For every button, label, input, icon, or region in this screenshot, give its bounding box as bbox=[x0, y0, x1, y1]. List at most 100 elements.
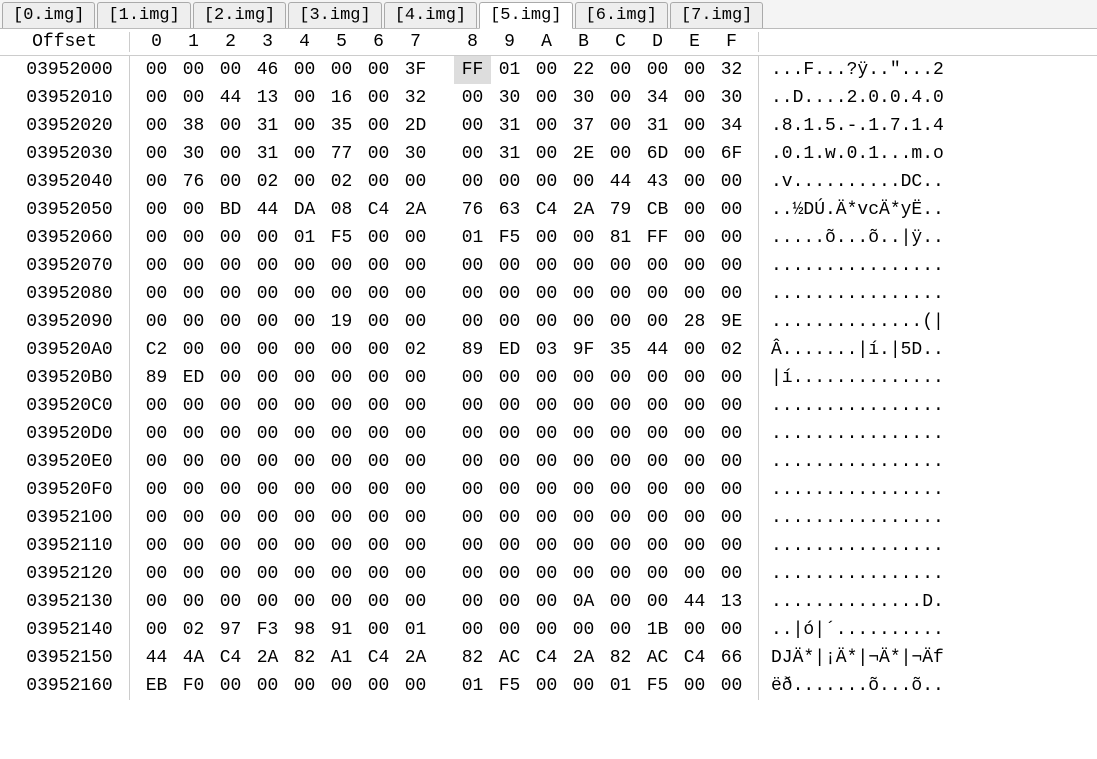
tab-6[interactable]: [6.img] bbox=[575, 2, 668, 28]
hex-byte[interactable]: F5 bbox=[639, 672, 676, 700]
hex-byte[interactable]: 00 bbox=[713, 504, 750, 532]
hex-byte[interactable]: 00 bbox=[602, 504, 639, 532]
hex-byte[interactable]: 00 bbox=[286, 280, 323, 308]
hex-byte[interactable]: 00 bbox=[602, 308, 639, 336]
hex-byte[interactable]: 02 bbox=[713, 336, 750, 364]
hex-byte[interactable]: 44 bbox=[676, 588, 713, 616]
hex-byte[interactable]: 00 bbox=[565, 364, 602, 392]
hex-byte[interactable]: 00 bbox=[397, 308, 434, 336]
hex-byte[interactable]: 00 bbox=[528, 448, 565, 476]
hex-byte[interactable]: 00 bbox=[528, 56, 565, 84]
hex-byte[interactable]: 00 bbox=[360, 588, 397, 616]
hex-byte[interactable]: 00 bbox=[676, 616, 713, 644]
hex-byte[interactable]: 2E bbox=[565, 140, 602, 168]
hex-byte[interactable]: 32 bbox=[713, 56, 750, 84]
hex-row[interactable]: 03952000000000460000003FFF01002200000032… bbox=[0, 56, 1097, 84]
hex-byte[interactable]: 35 bbox=[602, 336, 639, 364]
hex-byte[interactable]: 38 bbox=[175, 112, 212, 140]
hex-byte[interactable]: 00 bbox=[528, 364, 565, 392]
hex-byte[interactable]: 00 bbox=[713, 252, 750, 280]
hex-byte[interactable]: 00 bbox=[323, 420, 360, 448]
hex-byte[interactable]: 00 bbox=[676, 672, 713, 700]
hex-byte[interactable]: 00 bbox=[175, 504, 212, 532]
hex-byte[interactable]: 00 bbox=[286, 168, 323, 196]
hex-byte[interactable]: 00 bbox=[565, 252, 602, 280]
hex-byte[interactable]: 00 bbox=[528, 672, 565, 700]
hex-row[interactable]: 0395207000000000000000000000000000000000… bbox=[0, 252, 1097, 280]
hex-byte[interactable]: 00 bbox=[249, 224, 286, 252]
hex-byte[interactable]: 00 bbox=[175, 448, 212, 476]
hex-byte[interactable]: 00 bbox=[360, 532, 397, 560]
hex-byte[interactable]: 13 bbox=[713, 588, 750, 616]
hex-byte[interactable]: 00 bbox=[138, 224, 175, 252]
hex-byte[interactable]: 00 bbox=[491, 588, 528, 616]
hex-byte[interactable]: 00 bbox=[323, 364, 360, 392]
hex-byte[interactable]: 44 bbox=[212, 84, 249, 112]
hex-byte[interactable]: 00 bbox=[639, 252, 676, 280]
hex-byte[interactable]: 00 bbox=[713, 364, 750, 392]
hex-byte[interactable]: 43 bbox=[639, 168, 676, 196]
hex-byte[interactable]: 00 bbox=[212, 308, 249, 336]
hex-byte[interactable]: 02 bbox=[397, 336, 434, 364]
hex-byte[interactable]: 00 bbox=[454, 308, 491, 336]
hex-byte[interactable]: 01 bbox=[454, 224, 491, 252]
hex-byte[interactable]: 2A bbox=[397, 196, 434, 224]
hex-row[interactable]: 0395208000000000000000000000000000000000… bbox=[0, 280, 1097, 308]
hex-byte[interactable]: 00 bbox=[249, 588, 286, 616]
hex-byte[interactable]: 00 bbox=[249, 392, 286, 420]
tab-2[interactable]: [2.img] bbox=[193, 2, 286, 28]
hex-byte[interactable]: 00 bbox=[454, 84, 491, 112]
hex-byte[interactable]: DA bbox=[286, 196, 323, 224]
hex-row[interactable]: 039520E000000000000000000000000000000000… bbox=[0, 448, 1097, 476]
hex-byte[interactable]: 00 bbox=[397, 224, 434, 252]
hex-row[interactable]: 039520D000000000000000000000000000000000… bbox=[0, 420, 1097, 448]
hex-byte[interactable]: F5 bbox=[491, 672, 528, 700]
hex-byte[interactable]: 00 bbox=[491, 616, 528, 644]
hex-byte[interactable]: 00 bbox=[565, 224, 602, 252]
hex-byte[interactable]: 00 bbox=[360, 168, 397, 196]
hex-byte[interactable]: 81 bbox=[602, 224, 639, 252]
hex-byte[interactable]: 00 bbox=[602, 476, 639, 504]
hex-byte[interactable]: F3 bbox=[249, 616, 286, 644]
hex-byte[interactable]: 00 bbox=[212, 476, 249, 504]
hex-byte[interactable]: 00 bbox=[286, 56, 323, 84]
hex-byte[interactable]: 00 bbox=[397, 476, 434, 504]
hex-byte[interactable]: 00 bbox=[249, 448, 286, 476]
hex-byte[interactable]: 79 bbox=[602, 196, 639, 224]
hex-byte[interactable]: 31 bbox=[639, 112, 676, 140]
hex-byte[interactable]: 00 bbox=[491, 504, 528, 532]
hex-byte[interactable]: EB bbox=[138, 672, 175, 700]
hex-byte[interactable]: 44 bbox=[249, 196, 286, 224]
hex-byte[interactable]: 00 bbox=[528, 112, 565, 140]
hex-byte[interactable]: 1B bbox=[639, 616, 676, 644]
hex-byte[interactable]: 00 bbox=[565, 448, 602, 476]
hex-byte[interactable]: 00 bbox=[286, 672, 323, 700]
hex-byte[interactable]: 82 bbox=[602, 644, 639, 672]
hex-byte[interactable]: 00 bbox=[249, 252, 286, 280]
hex-byte[interactable]: 00 bbox=[676, 280, 713, 308]
hex-byte[interactable]: 00 bbox=[676, 532, 713, 560]
hex-byte[interactable]: 00 bbox=[360, 616, 397, 644]
hex-byte[interactable]: 00 bbox=[602, 448, 639, 476]
hex-byte[interactable]: 82 bbox=[454, 644, 491, 672]
hex-row[interactable]: 0395212000000000000000000000000000000000… bbox=[0, 560, 1097, 588]
hex-byte[interactable]: 00 bbox=[397, 420, 434, 448]
hex-byte[interactable]: 00 bbox=[212, 532, 249, 560]
hex-byte[interactable]: 00 bbox=[528, 252, 565, 280]
hex-byte[interactable]: 00 bbox=[713, 224, 750, 252]
hex-byte[interactable]: 00 bbox=[639, 532, 676, 560]
hex-byte[interactable]: ED bbox=[491, 336, 528, 364]
hex-byte[interactable]: 02 bbox=[249, 168, 286, 196]
hex-byte[interactable]: 00 bbox=[175, 560, 212, 588]
hex-row[interactable]: 039520C000000000000000000000000000000000… bbox=[0, 392, 1097, 420]
hex-byte[interactable]: 34 bbox=[639, 84, 676, 112]
hex-byte[interactable]: 00 bbox=[286, 140, 323, 168]
hex-byte[interactable]: 00 bbox=[249, 532, 286, 560]
hex-byte[interactable]: 00 bbox=[639, 588, 676, 616]
hex-byte[interactable]: 00 bbox=[323, 280, 360, 308]
hex-byte[interactable]: 00 bbox=[713, 196, 750, 224]
hex-byte[interactable]: 31 bbox=[249, 112, 286, 140]
hex-byte[interactable]: 00 bbox=[397, 448, 434, 476]
hex-byte[interactable]: 89 bbox=[138, 364, 175, 392]
hex-byte[interactable]: 00 bbox=[138, 588, 175, 616]
